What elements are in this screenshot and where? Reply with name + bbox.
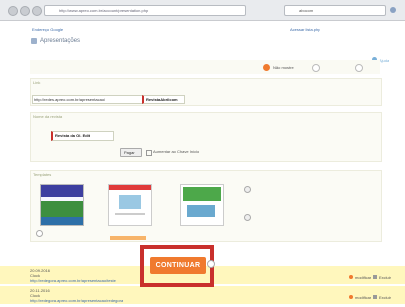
help-label[interactable]: Ajuda <box>379 58 389 63</box>
reload-icon[interactable] <box>32 6 42 16</box>
name-section-title: Nome da revista <box>33 114 63 119</box>
name-field[interactable]: Revista da Ol. Edit <box>51 131 114 141</box>
templates-section-title: Templates <box>33 172 52 177</box>
template-thumb-1[interactable] <box>40 184 84 226</box>
address-bar-url: http://www.apreo.com.br/account/presenta… <box>59 8 149 13</box>
options-row <box>30 60 380 74</box>
browser-search-value: abocom <box>299 8 314 13</box>
template-1-header <box>41 185 83 197</box>
link-url-value: http://redes.apreo.com.br/apresentacao/ <box>34 97 106 102</box>
continuar-side-icon <box>207 260 215 268</box>
link-url-field[interactable]: http://redes.apreo.com.br/apresentacao/ <box>32 95 144 104</box>
row2-action2[interactable]: Excluir <box>379 295 391 300</box>
template-2-line <box>115 213 145 215</box>
template-2-selected-bar <box>110 236 146 240</box>
page-title: Apresentações <box>40 38 81 44</box>
template-thumb-3[interactable] <box>180 184 224 226</box>
template-3-image <box>187 205 215 217</box>
row1-action1[interactable]: modificar <box>355 275 371 280</box>
header-left-link[interactable]: Endereço Google <box>32 27 63 32</box>
template-1-radio[interactable] <box>36 230 43 237</box>
row1-url[interactable]: http://redegora.apreo.com.br/apresentaca… <box>30 278 116 283</box>
radio-selected-icon[interactable] <box>263 64 270 71</box>
pagar-button-label: Pagar <box>124 150 135 155</box>
chave-checkbox[interactable] <box>146 150 152 156</box>
link-suffix-value: RevistaAbrilcom <box>146 97 178 102</box>
chave-note: Aumentar ao Chave Início <box>153 149 200 154</box>
radio2-icon[interactable] <box>312 64 320 72</box>
row2-action1[interactable]: modificar <box>355 295 371 300</box>
template-3-header <box>183 187 221 201</box>
template-thumb-2[interactable] <box>108 184 152 226</box>
link-suffix-field[interactable]: RevistaAbrilcom <box>142 95 185 104</box>
row1-edit-icon[interactable] <box>349 275 353 279</box>
address-bar[interactable]: http://www.apreo.com.br/account/presenta… <box>44 5 246 16</box>
row1-action2[interactable]: Excluir <box>379 275 391 280</box>
name-value: Revista da Ol. Edit <box>55 133 91 138</box>
apresentacoes-icon <box>31 38 37 44</box>
continuar-button[interactable]: CONTINUAR <box>150 257 206 274</box>
back-icon[interactable] <box>8 6 18 16</box>
template-1-footer <box>41 217 83 225</box>
row2-url[interactable]: http://redegora.apreo.com.br/apresentaca… <box>30 298 123 303</box>
row1-delete-icon[interactable] <box>373 275 377 279</box>
row2-delete-icon[interactable] <box>373 295 377 299</box>
template-3-radio[interactable] <box>244 186 251 193</box>
radio1-label: Não mostre <box>273 65 294 70</box>
template-2-image <box>119 195 141 209</box>
template-2-header <box>109 185 151 190</box>
menu-icon[interactable] <box>390 7 396 13</box>
forward-icon[interactable] <box>20 6 30 16</box>
row2-edit-icon[interactable] <box>349 295 353 299</box>
link-section-title: Link <box>33 80 41 85</box>
browser-search[interactable]: abocom <box>284 5 386 16</box>
template-1-band <box>41 197 83 201</box>
radio3-icon[interactable] <box>355 64 363 72</box>
pagar-button[interactable]: Pagar <box>120 148 142 157</box>
header-right-link[interactable]: Acessar lista.php <box>290 27 320 32</box>
template-4-radio[interactable] <box>244 214 251 221</box>
